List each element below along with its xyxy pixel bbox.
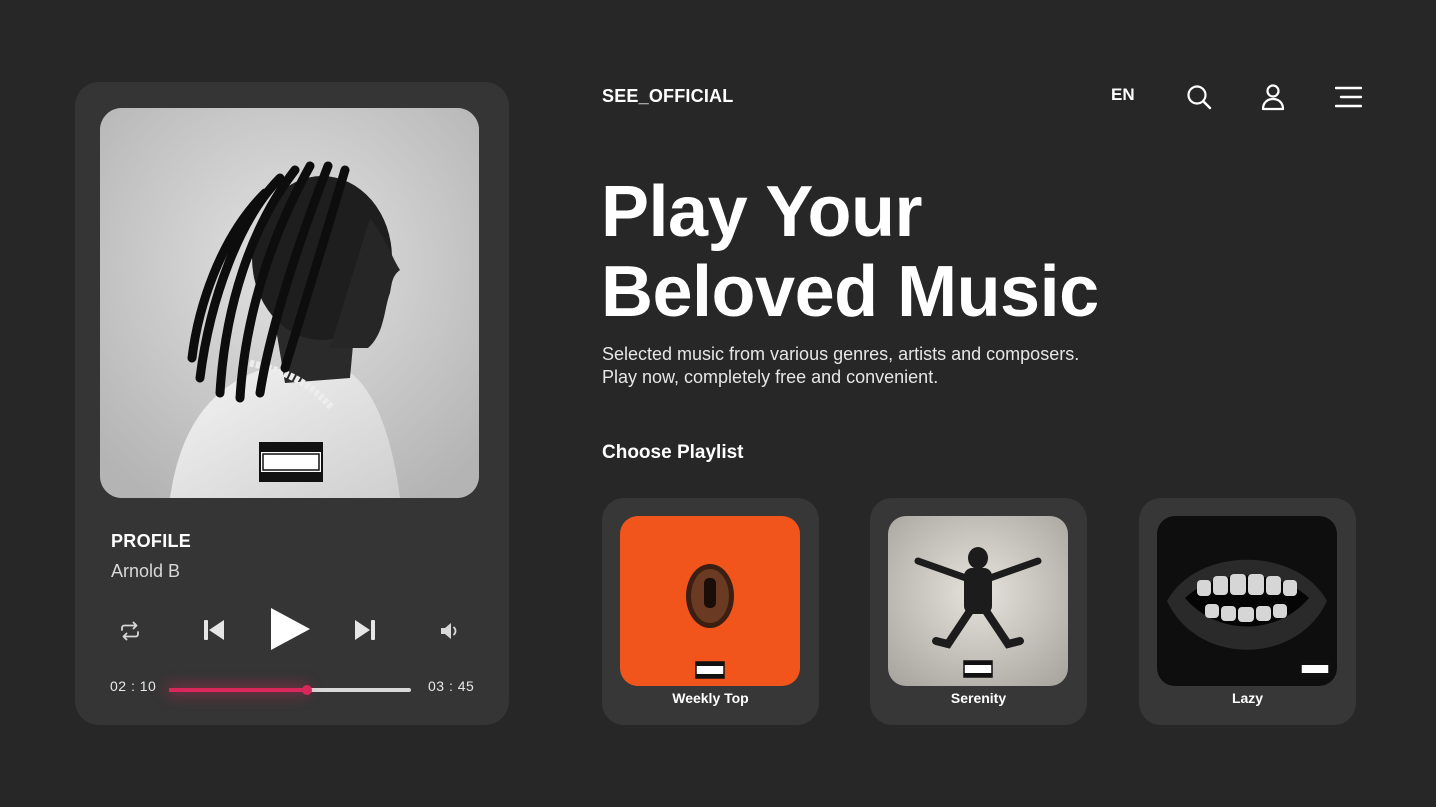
- playlist-label: Lazy: [1231, 690, 1264, 706]
- progress-knob[interactable]: [301, 685, 312, 695]
- playlist-cover: [888, 516, 1068, 686]
- next-button[interactable]: [352, 617, 378, 643]
- repeat-button[interactable]: [117, 618, 143, 644]
- play-button[interactable]: [267, 605, 313, 653]
- repeat-icon: [121, 621, 139, 641]
- track-meta: PROFILE Arnold B: [111, 531, 191, 582]
- playlist-card-lazy[interactable]: Lazy: [1139, 498, 1356, 725]
- hero-title-line1: Play Your: [601, 172, 922, 252]
- weekly-top-cover-image: [620, 516, 800, 686]
- language-selector[interactable]: EN: [1111, 85, 1135, 105]
- lazy-cover-image: [1157, 516, 1337, 686]
- playlist-label: Serenity: [950, 690, 1007, 706]
- track-title: PROFILE: [111, 531, 192, 551]
- volume-button[interactable]: [438, 619, 462, 643]
- parental-advisory-badge: [259, 442, 323, 482]
- hero-title: Play Your Beloved Music: [601, 172, 1099, 332]
- previous-button[interactable]: [201, 617, 227, 643]
- hero-title-line2: Beloved Music: [601, 252, 1099, 332]
- serenity-cover-image: [888, 516, 1068, 686]
- total-time: 03 : 45: [428, 678, 475, 694]
- progress-bar[interactable]: [169, 685, 411, 695]
- hero-subtitle: Selected music from various genres, arti…: [602, 343, 1079, 389]
- previous-icon: [204, 620, 224, 640]
- search-icon[interactable]: [1186, 84, 1212, 110]
- hero-subtitle-line2: Play now, completely free and convenient…: [602, 367, 939, 387]
- playlist-heading: Choose Playlist: [602, 442, 744, 463]
- hero-subtitle-line1: Selected music from various genres, arti…: [602, 344, 1080, 364]
- next-icon: [355, 620, 375, 640]
- play-icon: [271, 608, 310, 650]
- menu-icon[interactable]: [1335, 86, 1362, 108]
- playlist-cover: [1157, 516, 1337, 686]
- playlist-card-serenity[interactable]: Serenity: [870, 498, 1087, 725]
- volume-icon: [441, 623, 457, 639]
- brand-logo[interactable]: SEE_OFFICIAL: [602, 86, 733, 107]
- current-time: 02 : 10: [110, 678, 157, 694]
- music-player-card: PROFILE Arnold B 02 : 10 03: 45: [75, 82, 509, 725]
- artist-portrait-image: [100, 108, 479, 498]
- user-icon[interactable]: [1261, 83, 1285, 111]
- progress-fill: [169, 688, 307, 692]
- playlist-card-weekly-top[interactable]: Weekly Top: [602, 498, 819, 725]
- album-cover: [100, 108, 479, 498]
- playlist-cover: [620, 516, 800, 686]
- track-artist: Arnold B: [111, 561, 181, 581]
- playlist-label: Weekly Top: [672, 690, 749, 706]
